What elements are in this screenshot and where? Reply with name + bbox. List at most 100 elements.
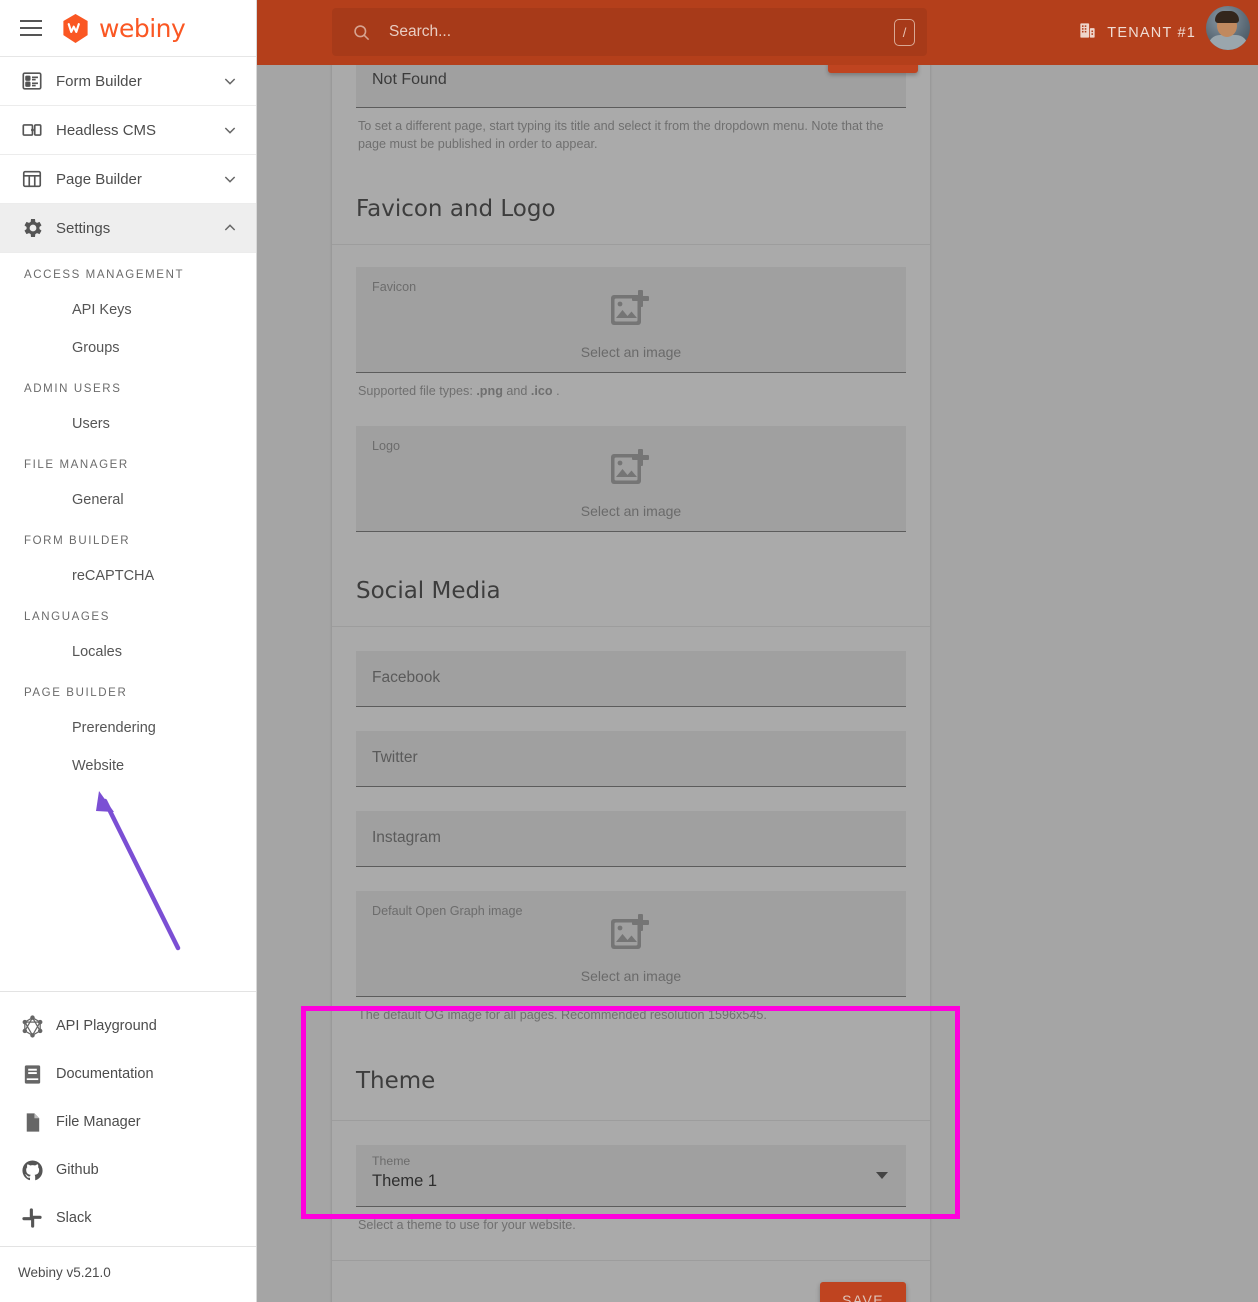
theme-select[interactable]: Theme Theme 1 <box>356 1145 906 1207</box>
logo-field-label: Logo <box>372 439 400 453</box>
twitter-input[interactable]: Twitter <box>356 731 906 787</box>
logo-upload-field[interactable]: Logo Select an image <box>356 426 906 532</box>
og-image-upload-field[interactable]: Default Open Graph image Select an image <box>356 891 906 997</box>
sidebar-item-label: Headless CMS <box>52 122 222 139</box>
facebook-input[interactable]: Facebook <box>356 651 906 707</box>
add-image-icon <box>608 446 654 493</box>
file-icon <box>12 1111 52 1134</box>
sidebar-brand: webiny <box>0 0 256 57</box>
sidebar-item-users[interactable]: Users <box>0 405 256 443</box>
sidebar-item-label: Page Builder <box>52 171 222 188</box>
og-image-field-label: Default Open Graph image <box>372 904 523 918</box>
hamburger-icon[interactable] <box>14 11 48 45</box>
social-media-section: Facebook Twitter Instagram Default Open … <box>332 627 930 1034</box>
sidebar-footer-label: Slack <box>52 1210 91 1226</box>
og-image-help: The default OG image for all pages. Reco… <box>356 997 906 1024</box>
sidebar-group-title: ACCESS MANAGEMENT <box>0 253 256 291</box>
add-image-icon <box>608 911 654 958</box>
search-input[interactable]: Search... / <box>332 8 927 56</box>
sidebar-group-page-builder: PAGE BUILDER Prerendering Website <box>0 671 256 785</box>
save-button[interactable]: SAVE <box>820 1282 906 1302</box>
favicon-logo-heading: Favicon and Logo <box>332 154 930 244</box>
chevron-down-icon[interactable] <box>876 1172 888 1179</box>
building-icon <box>1078 21 1097 45</box>
chevron-up-icon[interactable] <box>222 220 238 236</box>
sidebar-navigation: Form Builder Headless CMS <box>0 57 256 991</box>
gear-icon <box>12 216 52 240</box>
sidebar-item-form-builder[interactable]: Form Builder <box>0 57 256 106</box>
avatar-hair <box>1215 11 1239 23</box>
sidebar-item-general[interactable]: General <box>0 481 256 519</box>
webiny-hex-icon <box>60 13 91 44</box>
not-found-page-value: Not Found <box>372 71 447 89</box>
favicon-help: Supported file types: .png and .ico . <box>356 373 906 400</box>
favicon-upload-field[interactable]: Favicon Select an image <box>356 267 906 373</box>
sidebar-item-prerendering[interactable]: Prerendering <box>0 709 256 747</box>
sidebar-item-github[interactable]: Github <box>0 1146 256 1194</box>
chevron-down-icon[interactable] <box>222 122 238 138</box>
sidebar-item-groups[interactable]: Groups <box>0 329 256 367</box>
instagram-placeholder: Instagram <box>372 829 441 847</box>
favicon-select-cta[interactable]: Select an image <box>581 344 681 360</box>
sidebar-group-title: PAGE BUILDER <box>0 671 256 709</box>
sidebar-item-website[interactable]: Website <box>0 747 256 785</box>
github-icon <box>12 1159 52 1182</box>
og-image-select-cta[interactable]: Select an image <box>581 968 681 984</box>
search-shortcut-key: / <box>894 19 915 46</box>
sidebar-footer-label: File Manager <box>52 1114 141 1130</box>
sidebar-item-locales[interactable]: Locales <box>0 633 256 671</box>
sidebar-item-file-manager[interactable]: File Manager <box>0 1098 256 1146</box>
sidebar-group-languages: LANGUAGES Locales <box>0 595 256 671</box>
app-version: Webiny v5.21.0 <box>0 1246 256 1302</box>
social-media-heading: Social Media <box>332 540 930 626</box>
sidebar-item-label: Form Builder <box>52 73 222 90</box>
twitter-placeholder: Twitter <box>372 749 418 767</box>
instagram-input[interactable]: Instagram <box>356 811 906 867</box>
page-builder-icon <box>12 168 52 190</box>
search-icon <box>352 23 371 42</box>
logo-select-cta[interactable]: Select an image <box>581 503 681 519</box>
form-builder-icon <box>12 70 52 92</box>
favicon-help-and: and <box>503 384 531 398</box>
sidebar-footer-label: API Playground <box>52 1018 157 1034</box>
headless-cms-icon <box>12 119 52 141</box>
tenant-label: TENANT #1 <box>1107 25 1196 41</box>
favicon-logo-section: Favicon Select an image <box>332 245 930 540</box>
tenant-selector[interactable]: TENANT #1 <box>1078 0 1196 65</box>
form-action-bar: SAVE <box>332 1261 930 1302</box>
theme-help: Select a theme to use for your website. <box>356 1207 906 1234</box>
theme-select-value: Theme 1 <box>372 1172 890 1191</box>
sidebar-footer-label: Github <box>52 1162 99 1178</box>
favicon-help-png: .png <box>476 384 503 398</box>
sidebar-group-admin-users: ADMIN USERS Users <box>0 367 256 443</box>
sidebar-item-headless-cms[interactable]: Headless CMS <box>0 106 256 155</box>
sidebar-item-label: Settings <box>52 220 222 237</box>
theme-heading: Theme <box>332 1034 930 1120</box>
chevron-down-icon[interactable] <box>222 171 238 187</box>
favicon-help-ico: .ico <box>531 384 553 398</box>
sidebar-footer-links: API Playground Documentation <box>0 991 256 1246</box>
sidebar-item-page-builder[interactable]: Page Builder <box>0 155 256 204</box>
avatar-body <box>1208 35 1248 50</box>
sidebar-item-documentation[interactable]: Documentation <box>0 1050 256 1098</box>
sidebar-item-recaptcha[interactable]: reCAPTCHA <box>0 557 256 595</box>
theme-select-label: Theme <box>372 1154 890 1168</box>
webiny-logo[interactable]: webiny <box>60 13 185 44</box>
facebook-placeholder: Facebook <box>372 669 440 687</box>
sidebar-item-slack[interactable]: Slack <box>0 1194 256 1242</box>
graphql-icon <box>12 1015 52 1038</box>
sidebar-item-settings[interactable]: Settings <box>0 204 256 253</box>
sidebar-footer-label: Documentation <box>52 1066 154 1082</box>
sidebar-group-access-management: ACCESS MANAGEMENT API Keys Groups <box>0 253 256 367</box>
avatar[interactable] <box>1206 6 1250 50</box>
chevron-down-icon[interactable] <box>222 73 238 89</box>
sidebar-item-api-keys[interactable]: API Keys <box>0 291 256 329</box>
webiny-wordmark: webiny <box>99 14 185 43</box>
not-found-page-help: To set a different page, start typing it… <box>356 108 906 154</box>
book-icon <box>12 1063 52 1086</box>
sidebar-group-title: ADMIN USERS <box>0 367 256 405</box>
sidebar-group-title: FORM BUILDER <box>0 519 256 557</box>
website-settings-card: Not Found EDIT To set a different page, … <box>332 0 930 1302</box>
sidebar-item-api-playground[interactable]: API Playground <box>0 1002 256 1050</box>
sidebar-group-file-manager: FILE MANAGER General <box>0 443 256 519</box>
